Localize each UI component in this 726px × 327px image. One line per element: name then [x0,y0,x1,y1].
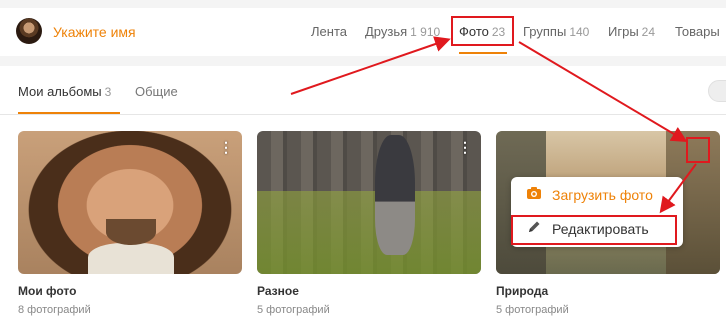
upload-photo-menu-item[interactable]: Загрузить фото [511,180,683,210]
nav-active-indicator [459,52,507,54]
username-link[interactable]: Укажите имя [53,24,136,40]
tab-my-albums-count: 3 [104,85,112,99]
edit-album-menu-item[interactable]: Редактировать [511,214,683,244]
nav-games-label: Игры [608,24,639,39]
album-photo-count: 8 фотографий [18,304,91,316]
view-toggle[interactable] [708,80,726,102]
album-cover-image[interactable]: ⋮ [18,131,242,274]
album-cover-image[interactable]: ⋮ [257,131,481,274]
top-navigation-bar: Укажите имя Лента Друзья 1 910 Фото 23 Гру… [0,8,726,56]
nav-feed[interactable]: Лента [311,24,347,39]
album-photo-count: 5 фотографий [257,304,330,316]
tabs-divider [0,114,726,115]
pencil-icon [525,214,543,244]
nav-groups-count: 140 [569,25,590,39]
album-more-icon[interactable]: ⋮ [218,139,234,155]
nav-friends[interactable]: Друзья 1 910 [365,24,440,39]
album-title[interactable]: Разное [257,284,481,298]
album-title[interactable]: Мои фото [18,284,242,298]
nav-photos[interactable]: Фото 23 [459,24,505,39]
tab-my-albums[interactable]: Мои альбомы 3 [18,84,111,99]
camera-icon [525,180,543,210]
edit-album-label: Редактировать [552,221,649,237]
nav-photos-label: Фото [459,24,489,39]
nav-friends-label: Друзья [365,24,408,39]
album-card-misc[interactable]: ⋮ Разное 5 фотографий [257,131,481,316]
nav-feed-label: Лента [311,24,347,39]
album-photo-count: 5 фотографий [496,304,569,316]
nav-goods[interactable]: Товары [675,24,720,39]
nav-groups[interactable]: Группы 140 [523,24,589,39]
avatar[interactable] [16,18,42,44]
album-more-icon[interactable]: ⋮ [457,139,473,155]
tab-shared[interactable]: Общие [135,84,178,99]
nav-games[interactable]: Игры 24 [608,24,655,39]
album-context-menu: Загрузить фото Редактировать [511,177,683,247]
album-more-icon[interactable]: ⋮ [696,139,712,155]
nav-friends-count: 1 910 [410,25,441,39]
nav-groups-label: Группы [523,24,567,39]
nav-games-count: 24 [641,25,656,39]
nav-goods-label: Товары [675,24,720,39]
tab-my-albums-label: Мои альбомы [18,84,102,99]
nav-photos-count: 23 [491,25,506,39]
album-title[interactable]: Природа [496,284,720,298]
album-card-my-photos[interactable]: ⋮ Мои фото 8 фотографий [18,131,242,316]
upload-photo-label: Загрузить фото [552,187,653,203]
tab-shared-label: Общие [135,84,178,99]
